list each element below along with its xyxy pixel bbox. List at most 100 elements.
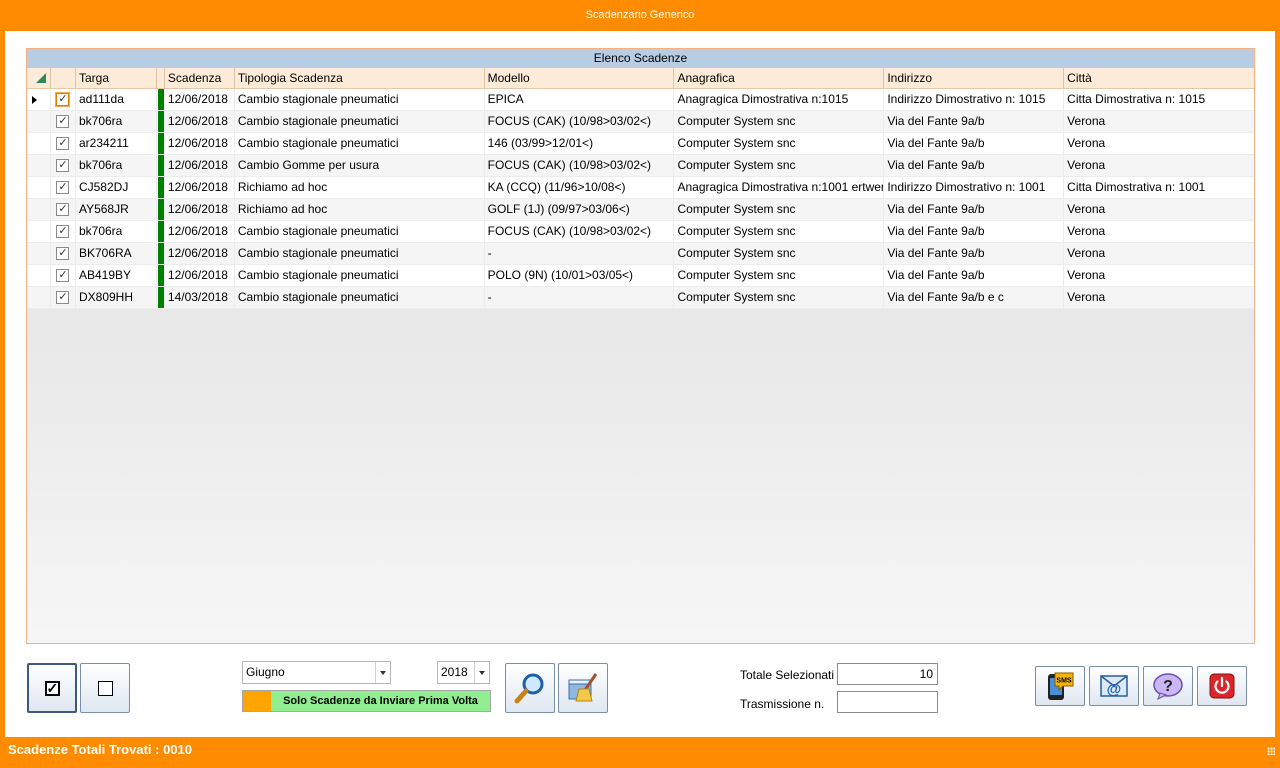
row-selector[interactable] [27, 177, 51, 199]
cell-modello: FOCUS (CAK) (10/98>03/02<) [484, 111, 675, 133]
scadenza-status-marker [156, 177, 165, 199]
row-selector[interactable] [27, 89, 51, 111]
row-checkbox-cell: ✓ [50, 287, 76, 309]
column-header-scadenza[interactable]: Scadenza [165, 68, 235, 88]
status-bar: Scadenze Totali Trovati : 0010 [0, 737, 1280, 762]
send-email-button[interactable]: @ [1089, 666, 1139, 706]
cell-indirizzo: Indirizzo Dimostrativo n: 1015 [884, 89, 1065, 111]
cell-scadenza: 12/06/2018 [164, 155, 235, 177]
cell-anagrafica: Computer System snc [674, 133, 885, 155]
cell-modello: GOLF (1J) (09/97>03/06<) [484, 199, 675, 221]
cell-indirizzo: Via del Fante 9a/b [884, 243, 1065, 265]
table-row[interactable]: ✓ AB419BY 12/06/2018 Cambio stagionale pneu… [27, 265, 1254, 287]
row-checkbox[interactable]: ✓ [56, 203, 70, 216]
row-checkbox-cell: ✓ [50, 111, 76, 133]
first-send-filter[interactable]: Solo Scadenze da Inviare Prima Volta [242, 690, 491, 712]
table-row[interactable]: ✓ ar234211 12/06/2018 Cambio stagionale pne… [27, 133, 1254, 155]
table-row[interactable]: ✓ BK706RA 12/06/2018 Cambio stagionale pneu… [27, 243, 1254, 265]
grid-header: Targa Scadenza Tipologia Scadenza Modell… [27, 68, 1254, 89]
resize-grip-icon[interactable] [1267, 747, 1275, 755]
table-row[interactable]: ✓ bk706ra 12/06/2018 Cambio Gomme per usura… [27, 155, 1254, 177]
magnifier-icon [514, 673, 544, 704]
table-row[interactable]: ✓ bk706ra 12/06/2018 Cambio stagionale pneu… [27, 221, 1254, 243]
search-button[interactable] [505, 663, 555, 713]
table-row[interactable]: ✓ DX809HH 14/03/2018 Cambio stagionale pneu… [27, 287, 1254, 309]
column-header-targa[interactable]: Targa [76, 68, 157, 88]
deselect-all-button[interactable] [80, 663, 130, 713]
cell-tipologia: Cambio stagionale pneumatici [234, 89, 485, 111]
cell-indirizzo: Indirizzo Dimostrativo n: 1001 [884, 177, 1065, 199]
table-row[interactable]: ✓ ad111da 12/06/2018 Cambio stagionale pneu… [27, 89, 1254, 111]
row-checkbox[interactable]: ✓ [56, 137, 70, 150]
status-bar-indicator [157, 177, 164, 198]
row-checkbox[interactable]: ✓ [56, 181, 70, 194]
cell-scadenza: 12/06/2018 [164, 111, 235, 133]
exit-button[interactable] [1197, 666, 1247, 706]
chevron-down-icon[interactable] [375, 662, 390, 683]
select-all-button[interactable]: ✓ [27, 663, 77, 713]
cell-targa: ar234211 [75, 133, 157, 155]
cell-citta: Verona [1064, 155, 1254, 177]
column-header-check[interactable] [51, 68, 76, 88]
month-select[interactable]: Giugno [242, 661, 391, 684]
cell-citta: Verona [1064, 265, 1254, 287]
send-sms-button[interactable]: SMS [1035, 666, 1085, 706]
column-header-anagrafica[interactable]: Anagrafica [674, 68, 885, 88]
cell-targa: ad111da [75, 89, 157, 111]
column-header-tipologia[interactable]: Tipologia Scadenza [235, 68, 485, 88]
window-title: Scadenzario Generico [0, 0, 1280, 31]
totale-selezionati-field[interactable]: 10 [837, 663, 938, 685]
cell-scadenza: 12/06/2018 [164, 89, 235, 111]
scadenze-grid[interactable]: Elenco Scadenze Targa Scadenza Tipologia… [26, 48, 1255, 644]
year-select[interactable]: 2018 [437, 661, 490, 684]
column-header-modello[interactable]: Modello [485, 68, 675, 88]
row-selector[interactable] [27, 221, 51, 243]
table-row[interactable]: ✓ CJ582DJ 12/06/2018 Richiamo ad hoc KA (CCQ… [27, 177, 1254, 199]
cell-tipologia: Cambio stagionale pneumatici [234, 287, 485, 309]
row-checkbox[interactable]: ✓ [56, 269, 70, 282]
row-selector[interactable] [27, 155, 51, 177]
cell-tipologia: Cambio stagionale pneumatici [234, 243, 485, 265]
cell-tipologia: Cambio stagionale pneumatici [234, 111, 485, 133]
year-select-value: 2018 [441, 665, 468, 679]
trasmissione-field[interactable] [837, 691, 938, 713]
row-selector[interactable] [27, 199, 51, 221]
cell-citta: Citta Dimostrativa n: 1001 [1064, 177, 1254, 199]
column-header-indirizzo[interactable]: Indirizzo [884, 68, 1065, 88]
cell-modello: 146 (03/99>12/01<) [484, 133, 675, 155]
cell-citta: Verona [1064, 111, 1254, 133]
row-checkbox[interactable]: ✓ [56, 115, 70, 128]
row-checkbox[interactable]: ✓ [56, 93, 70, 106]
cell-citta: Verona [1064, 199, 1254, 221]
cell-anagrafica: Computer System snc [674, 287, 885, 309]
row-selector[interactable] [27, 133, 51, 155]
column-header-citta[interactable]: Città [1064, 68, 1254, 88]
clear-button[interactable] [558, 663, 608, 713]
table-row[interactable]: ✓ bk706ra 12/06/2018 Cambio stagionale pneu… [27, 111, 1254, 133]
cell-modello: - [484, 287, 675, 309]
row-selector[interactable] [27, 287, 51, 309]
status-bar-indicator [157, 221, 164, 242]
cell-anagrafica: Computer System snc [674, 155, 885, 177]
table-row[interactable]: ✓ AY568JR 12/06/2018 Richiamo ad hoc GOLF (1… [27, 199, 1254, 221]
row-selector[interactable] [27, 265, 51, 287]
grid-body: ✓ ad111da 12/06/2018 Cambio stagionale pneu… [27, 89, 1254, 309]
row-checkbox[interactable]: ✓ [56, 225, 70, 238]
status-bar-indicator [157, 199, 164, 220]
cell-anagrafica: Anagragica Dimostrativa n:1015 [674, 89, 885, 111]
chevron-down-icon[interactable] [474, 662, 489, 683]
status-bar-indicator [157, 287, 164, 308]
cell-anagrafica: Anagragica Dimostrativa n:1001 ertwert [674, 177, 885, 199]
select-all-corner[interactable] [27, 68, 51, 88]
cell-scadenza: 12/06/2018 [164, 243, 235, 265]
help-button[interactable]: ? [1143, 666, 1193, 706]
cell-tipologia: Cambio stagionale pneumatici [234, 221, 485, 243]
row-checkbox-cell: ✓ [50, 265, 76, 287]
row-checkbox[interactable]: ✓ [56, 247, 70, 260]
cell-targa: CJ582DJ [75, 177, 157, 199]
row-selector[interactable] [27, 243, 51, 265]
row-checkbox-cell: ✓ [50, 199, 76, 221]
row-checkbox[interactable]: ✓ [56, 159, 70, 172]
row-selector[interactable] [27, 111, 51, 133]
row-checkbox[interactable]: ✓ [56, 291, 70, 304]
